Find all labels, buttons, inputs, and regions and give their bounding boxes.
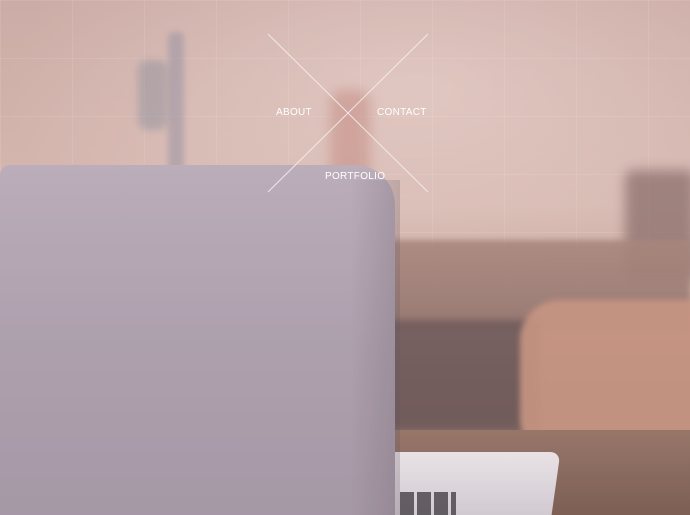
nav-contact-link[interactable]: CONTACT <box>377 107 427 118</box>
nav-about-link[interactable]: ABOUT <box>276 107 312 118</box>
x-cross-lines <box>267 33 429 193</box>
nav-portfolio-link[interactable]: PORTFOLIO <box>325 171 385 182</box>
x-navigation: ABOUT CONTACT PORTFOLIO <box>0 0 690 515</box>
